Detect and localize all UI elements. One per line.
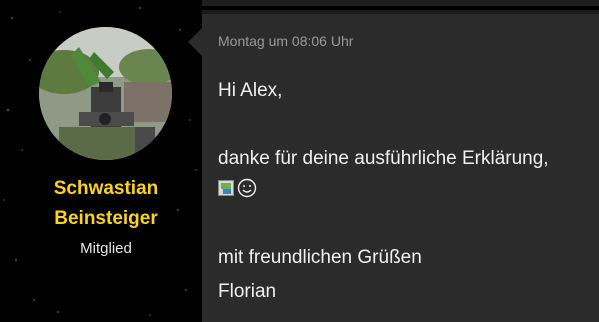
author-name-line1[interactable]: Schwastian (0, 174, 212, 204)
message-greeting: Hi Alex, (218, 80, 283, 101)
message-top-border (202, 0, 599, 6)
message-text-line: danke für deine ausführliche Erklärung, (218, 148, 549, 169)
inline-emoji-row (218, 174, 257, 202)
message-closing: mit freundlichen Grüßen (218, 247, 422, 268)
message-signature: Florian (218, 281, 277, 302)
message-body: Montag um 08:06 Uhr Hi Alex, danke für d… (202, 10, 599, 322)
message-pointer (188, 28, 202, 56)
avatar[interactable] (39, 27, 172, 160)
author-role: Mitglied (80, 240, 132, 257)
post-timestamp[interactable]: Montag um 08:06 Uhr (218, 32, 353, 50)
smiley-icon (237, 178, 257, 198)
broken-image-icon (218, 180, 234, 196)
author-name[interactable]: Schwastian Beinsteiger (0, 174, 212, 234)
post-author-panel: Schwastian Beinsteiger Mitglied (0, 0, 202, 322)
author-name-line2[interactable]: Beinsteiger (0, 204, 212, 234)
